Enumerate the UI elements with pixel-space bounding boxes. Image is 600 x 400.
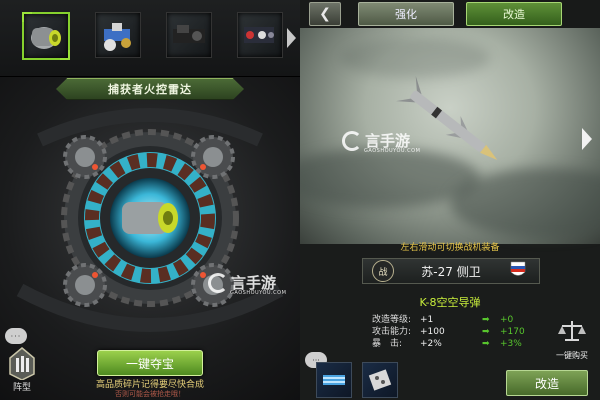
back-button[interactable]: ❮ xyxy=(309,2,341,26)
reactor-machine xyxy=(16,108,284,332)
modify-button[interactable]: 改造 xyxy=(506,370,588,396)
item-strip xyxy=(0,0,300,77)
strip-next-arrow-icon[interactable] xyxy=(287,28,296,48)
formation-icon[interactable] xyxy=(8,346,36,380)
item-slot-3[interactable] xyxy=(166,12,212,58)
swipe-hint: 左右滑动可切换战机装备 xyxy=(400,243,500,253)
stat-row: 暴 击: +2% ➡ +3% xyxy=(372,339,522,349)
missile-name: K-8空空导弹 xyxy=(419,296,481,309)
item-slot-4[interactable] xyxy=(237,12,283,58)
equipment-slot-1[interactable] xyxy=(316,362,352,398)
green-arrow-icon: ➡ xyxy=(482,315,490,325)
tab-strengthen[interactable]: 强化 xyxy=(358,2,454,26)
steal-warning: 否则可能会被抢走哦！ xyxy=(115,390,185,398)
equipment-preview: 言手游 GAOSHOUYOU.COM xyxy=(300,28,600,244)
equipment-slot-2[interactable] xyxy=(362,362,398,398)
formation-label: 阵型 xyxy=(12,383,31,393)
item-slot-2[interactable] xyxy=(95,12,141,58)
one-click-seize-button[interactable]: 一键夺宝 xyxy=(97,350,203,376)
missile-rack-icon xyxy=(323,375,345,385)
fighter-badge-icon: 战 xyxy=(372,260,394,282)
plane-name: 苏-27 侧卫 xyxy=(421,264,481,279)
engine-block-icon xyxy=(173,25,205,43)
one-click-buy-button[interactable]: 一键购买 xyxy=(550,318,594,361)
mechanism-part-icon xyxy=(244,27,274,43)
upgrade-panel: ❮ 强化 改造 言手游 GAOSHOUYOU.COM 左右滑动可切换战机装备 苏… xyxy=(300,0,600,400)
small-gear-bottom-left xyxy=(63,263,107,307)
watermark-logo-icon xyxy=(208,272,228,293)
small-gear-top-left xyxy=(63,135,107,179)
watermark-left: 言手游 GAOSHOUYOU.COM xyxy=(208,272,286,296)
turret-part-icon xyxy=(104,23,131,51)
small-gear-top-right xyxy=(191,135,235,179)
green-arrow-icon: ➡ xyxy=(482,339,490,349)
tab-modify[interactable]: 改造 xyxy=(466,2,562,26)
treasure-panel: 捕获者火控雷达 言手游 GAOSHOUYOU.COM ··· 阵型 一键夺宝 高… xyxy=(0,0,300,400)
stats-table: 改造等级: +1 ➡ +0 攻击能力: +100 ➡ +170 暴 击: +2%… xyxy=(372,314,525,350)
watermark-logo-icon xyxy=(342,130,362,151)
back-arrow-icon: ❮ xyxy=(319,6,331,22)
scale-icon xyxy=(558,321,586,341)
watermark-right: 言手游 GAOSHOUYOU.COM xyxy=(342,130,420,154)
russia-flag-icon xyxy=(510,261,526,276)
armor-plate-icon xyxy=(368,369,392,391)
stat-row: 攻击能力: +100 ➡ +170 xyxy=(372,327,525,337)
chat-bubble-icon[interactable]: ··· xyxy=(5,328,27,344)
selected-item-title: 捕获者火控雷达 xyxy=(56,78,244,100)
stat-row: 改造等级: +1 ➡ +0 xyxy=(372,315,514,325)
next-equipment-arrow-icon[interactable] xyxy=(582,128,592,150)
green-arrow-icon: ➡ xyxy=(482,327,490,337)
item-slot-1[interactable] xyxy=(22,12,70,60)
